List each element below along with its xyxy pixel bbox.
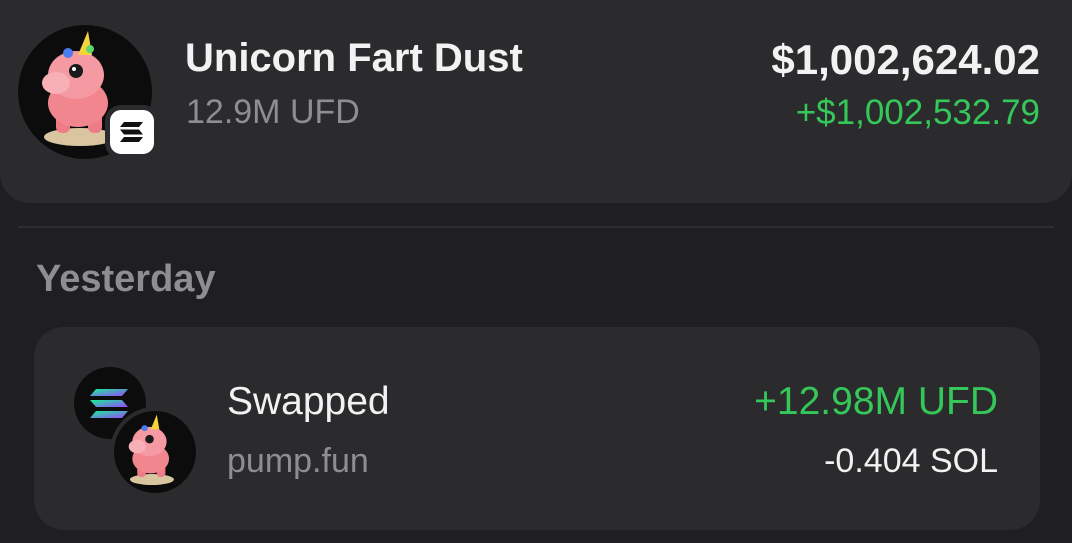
swap-icons [74, 367, 200, 497]
transaction-sent: -0.404 SOL [824, 442, 998, 480]
transaction-title: Swapped [227, 380, 390, 423]
token-name: Unicorn Fart Dust [185, 36, 523, 80]
solana-icon [105, 105, 159, 159]
token-amount: 12.9M UFD [186, 93, 360, 131]
section-heading: Yesterday [36, 258, 216, 300]
transaction-source: pump.fun [227, 442, 369, 480]
transaction-received: +12.98M UFD [754, 380, 998, 423]
pink-unicorn-icon [110, 407, 200, 497]
transaction-row[interactable]: Swapped pump.fun +12.98M UFD -0.404 SOL [34, 327, 1040, 530]
token-row[interactable]: Unicorn Fart Dust 12.9M UFD $1,002,624.0… [0, 0, 1072, 203]
divider [18, 226, 1054, 228]
token-change: +$1,002,532.79 [795, 93, 1040, 132]
token-value: $1,002,624.02 [771, 36, 1040, 83]
